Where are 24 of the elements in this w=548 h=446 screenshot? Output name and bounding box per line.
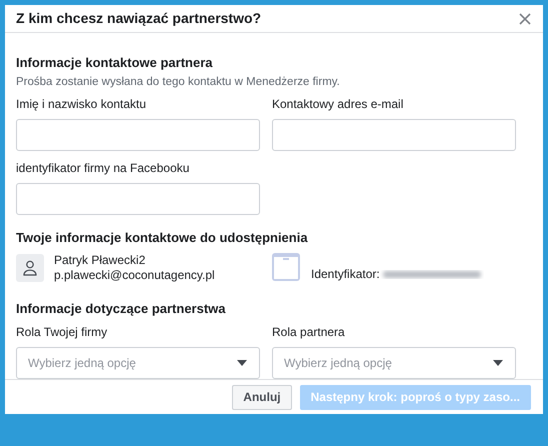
section-heading: Informacje kontaktowe partnera [16, 54, 214, 72]
select-dropdown[interactable]: Wybierz jedną opcję [16, 347, 260, 380]
field-label: Rola Twojej firmy [16, 324, 108, 340]
caret-icon [493, 360, 503, 366]
cancel-button[interactable]: Anuluj [232, 384, 292, 410]
input-field[interactable] [16, 183, 260, 216]
person-avatar-icon [16, 254, 44, 282]
field-label: Imię i nazwisko kontaktu [16, 96, 148, 112]
dialog-title: Z kim chcesz nawiązać partnerstwo? [16, 9, 262, 28]
business-icon [272, 253, 300, 282]
input-field[interactable] [16, 119, 260, 152]
section-heading: Informacje dotyczące partnerstwa [16, 300, 227, 318]
select-dropdown[interactable]: Wybierz jedną opcję [272, 347, 516, 380]
business-id-label: Identyfikator: [311, 266, 380, 284]
field-label: identyfikator firmy na Facebooku [16, 160, 190, 176]
close-icon[interactable] [519, 12, 531, 25]
contact-email: p.plawecki@coconutagency.pl [54, 268, 215, 284]
field-label: Rola partnera [272, 324, 346, 340]
contact-name: Patryk Pławecki2 [54, 253, 146, 268]
input-field[interactable] [272, 119, 516, 152]
field-label: Kontaktowy adres e-mail [272, 96, 404, 112]
section-description: Prośba zostanie wysłana do tego kontaktu w Menedżerze firmy. [16, 75, 341, 90]
caret-icon [237, 360, 247, 366]
section-heading: Twoje informacje kontaktowe do udostępnienia [16, 229, 309, 248]
